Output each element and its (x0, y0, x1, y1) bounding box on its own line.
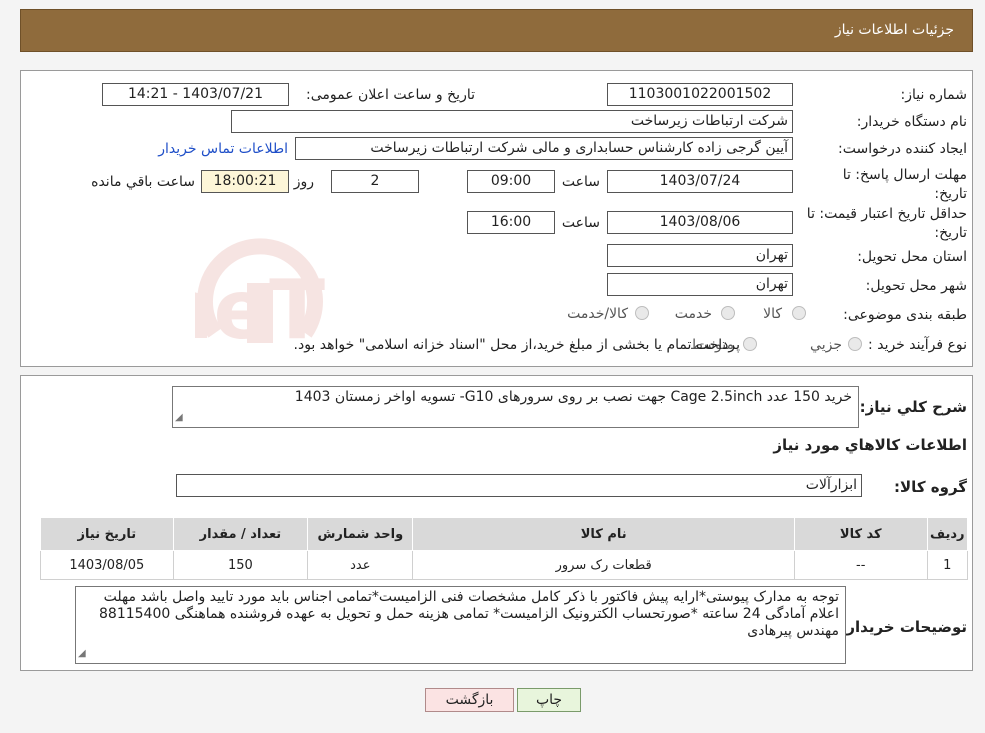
buyer-notes-text: توجه به مدارک پیوستی*ارایه پیش فاکتور با… (99, 589, 839, 639)
back-button[interactable]: بازگشت (425, 688, 514, 712)
price-time-field: 16:00 (467, 211, 555, 234)
remaining-time-label: ساعت باقي مانده (91, 174, 195, 190)
col-need-date: تاریخ نیاز (40, 517, 174, 551)
cell-quantity: 150 (172, 550, 309, 580)
goods-table-header: ردیف کد کالا نام کالا واحد شمارش تعداد /… (40, 517, 969, 551)
buyer-notes-textarea[interactable]: توجه به مدارک پیوستی*ارایه پیش فاکتور با… (75, 586, 846, 664)
announce-field: 1403/07/21 - 14:21 (102, 83, 289, 106)
category-radio-service[interactable] (721, 306, 735, 320)
reply-time-label: ساعت (561, 174, 600, 190)
buyer-contact-link[interactable]: اطلاعات تماس خریدار (158, 141, 288, 157)
cell-row: 1 (926, 550, 969, 580)
category-radio-goods-service[interactable] (635, 306, 649, 320)
print-button[interactable]: چاپ (517, 688, 581, 712)
page-title: جزئیات اطلاعات نیاز (834, 22, 954, 38)
resize-grip-icon[interactable]: ◢ (175, 409, 183, 426)
reply-deadline-label: مهلت ارسال پاسخ: تا تاریخ: (842, 167, 967, 202)
category-option-goods: کالا (763, 306, 782, 322)
remaining-time-field: 18:00:21 (201, 170, 289, 193)
goods-section-title: اطلاعات کالاهاي مورد نیاز (773, 436, 967, 454)
goods-table: ردیف کد کالا نام کالا واحد شمارش تعداد /… (40, 517, 969, 580)
table-row: 1 -- قطعات رک سرور عدد 150 1403/08/05 (40, 550, 969, 580)
category-option-service: خدمت (674, 306, 712, 322)
summary-textarea[interactable]: خرید 150 عدد Cage 2.5inch جهت نصب بر روی… (172, 386, 859, 428)
category-label: طبقه بندی موضوعی: (843, 307, 967, 323)
col-row: ردیف (926, 517, 969, 551)
process-radio-medium[interactable] (743, 337, 757, 351)
cell-need-date: 1403/08/05 (40, 550, 174, 580)
province-label: استان محل تحویل: (857, 249, 967, 265)
reply-time-field: 09:00 (467, 170, 555, 193)
price-time-label: ساعت (561, 215, 600, 231)
buyer-org-field: شرکت ارتباطات زیرساخت (231, 110, 793, 133)
summary-text: خرید 150 عدد Cage 2.5inch جهت نصب بر روی… (294, 389, 852, 405)
requester-field: آیین گرجی زاده کارشناس حسابداری و مالی ش… (295, 137, 793, 160)
reply-date-field: 1403/07/24 (607, 170, 793, 193)
col-quantity: تعداد / مقدار (172, 517, 309, 551)
days-field: 2 (331, 170, 419, 193)
requester-label: ایجاد کننده درخواست: (838, 141, 967, 157)
resize-grip-icon[interactable]: ◢ (78, 645, 86, 662)
cell-unit: عدد (307, 550, 414, 580)
city-label: شهر محل تحویل: (865, 278, 967, 294)
summary-label: شرح کلي نیاز: (859, 398, 967, 416)
price-date-field: 1403/08/06 (607, 211, 793, 234)
need-number-field: 1103001022001502 (607, 83, 793, 106)
cell-name: قطعات رک سرور (412, 550, 795, 580)
col-code: کد کالا (793, 517, 928, 551)
province-field: تهران (607, 244, 793, 267)
buyer-notes-label: توضیحات خریدار: (840, 618, 967, 636)
page-header: جزئیات اطلاعات نیاز (20, 9, 973, 52)
process-radio-minor[interactable] (848, 337, 862, 351)
goods-group-field: ابزارآلات (176, 474, 862, 497)
process-label: نوع فرآیند خرید : (868, 337, 967, 353)
category-radio-goods[interactable] (792, 306, 806, 320)
goods-group-label: گروه کالا: (894, 478, 967, 496)
col-name: نام کالا (412, 517, 795, 551)
category-option-goods-service: کالا/خدمت (567, 306, 628, 322)
need-number-label: شماره نیاز: (900, 87, 968, 103)
process-note: پرداخت تمام یا بخشی از مبلغ خرید،از محل … (293, 337, 740, 353)
process-option-minor: جزیي (810, 337, 842, 353)
price-validity-label: حداقل تاریخ اعتبار قیمت: تا تاریخ: (806, 206, 967, 241)
buyer-org-label: نام دستگاه خریدار: (856, 114, 967, 130)
cell-code: -- (793, 550, 928, 580)
col-unit: واحد شمارش (307, 517, 414, 551)
city-field: تهران (607, 273, 793, 296)
announce-label: تاریخ و ساعت اعلان عمومی: (306, 87, 475, 103)
